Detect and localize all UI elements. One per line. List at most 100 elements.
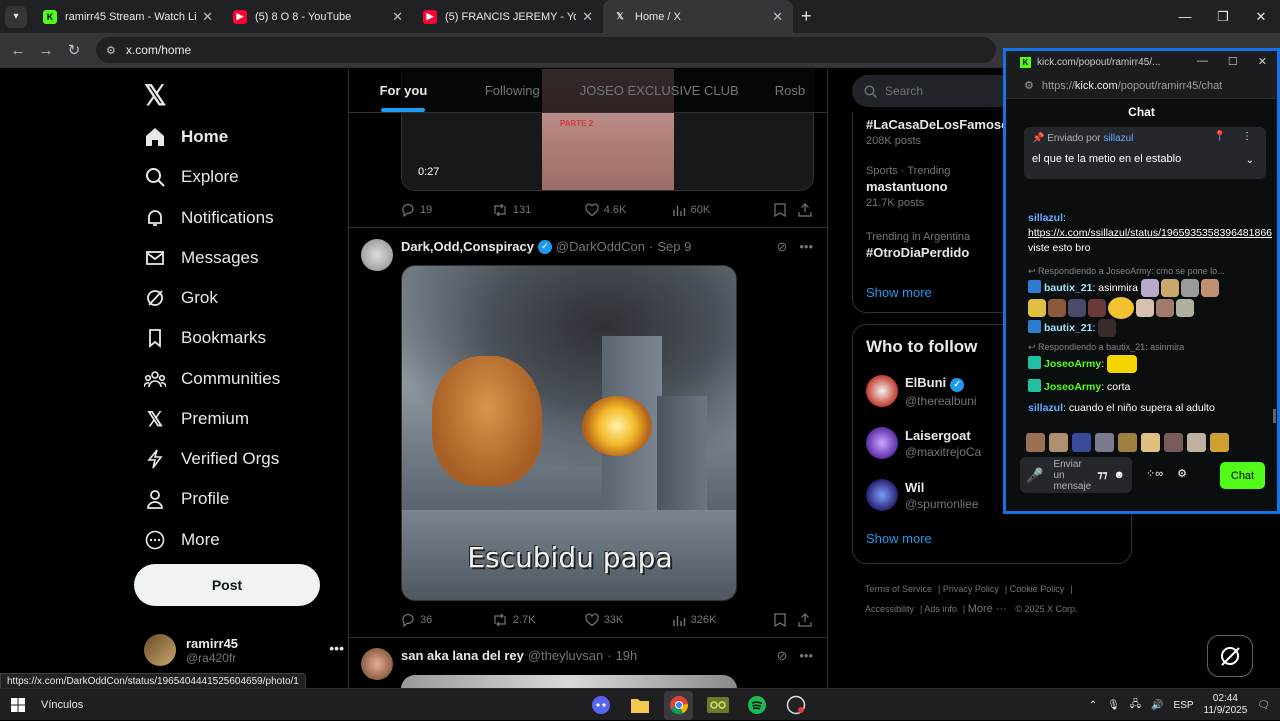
chevron-down-icon[interactable]: ⌄ xyxy=(1246,155,1254,166)
nav-bookmarks[interactable]: Bookmarks xyxy=(144,327,266,349)
close-icon[interactable]: ✕ xyxy=(1242,0,1280,33)
more-dots-icon[interactable]: ••• xyxy=(799,648,813,664)
bookmark-button[interactable] xyxy=(774,613,798,627)
back-icon[interactable]: ← xyxy=(4,42,32,59)
footer-link[interactable]: Ads info xyxy=(924,604,957,614)
reload-icon[interactable]: ↻ xyxy=(60,41,88,59)
footer-link[interactable]: Terms of Service xyxy=(865,584,932,594)
author-name[interactable]: Dark,Odd,Conspiracy xyxy=(401,239,534,254)
views-button[interactable]: 326K xyxy=(672,613,775,627)
tab-for-you[interactable]: For you xyxy=(349,69,458,112)
game-app-icon[interactable] xyxy=(703,691,732,720)
nav-verified-orgs[interactable]: Verified Orgs xyxy=(144,448,279,470)
like-button[interactable]: 4.6K xyxy=(585,203,672,217)
footer-link[interactable]: More ··· xyxy=(968,603,1007,615)
tab-joseo-exclusive-club[interactable]: JOSEO EXCLUSIVE CLUB xyxy=(567,69,752,112)
bookmark-button[interactable] xyxy=(774,203,798,217)
nav-grok[interactable]: Grok xyxy=(144,287,218,309)
grok-icon[interactable]: ⊘ xyxy=(776,239,787,255)
emote-icon[interactable] xyxy=(1118,433,1137,452)
chat-username[interactable]: JoseoArmy xyxy=(1044,358,1101,370)
footer-link[interactable]: Cookie Policy xyxy=(1010,584,1065,594)
close-tab-icon[interactable]: ✕ xyxy=(772,9,783,25)
close-icon[interactable]: ✕ xyxy=(1258,55,1267,68)
reply-button[interactable]: 19 xyxy=(401,203,492,217)
chrome-icon[interactable] xyxy=(664,690,693,720)
emote-icon[interactable] xyxy=(1187,433,1206,452)
emote-icon[interactable] xyxy=(1210,433,1229,452)
file-explorer-icon[interactable] xyxy=(625,691,654,720)
share-button[interactable] xyxy=(798,613,817,627)
points-icon[interactable]: ⁘∞ xyxy=(1146,467,1163,480)
chat-username[interactable]: bautix_21 xyxy=(1044,322,1092,334)
restore-icon[interactable]: ☐ xyxy=(1228,55,1238,68)
footer-link[interactable]: Accessibility xyxy=(865,604,914,614)
notifications-icon[interactable]: 🗨 xyxy=(1257,700,1270,711)
browser-tab-2[interactable]: ▶ (5) 8 O 8 - YouTube ✕ xyxy=(223,0,413,33)
site-info-icon[interactable]: ⚙ xyxy=(1024,79,1034,92)
discord-icon[interactable] xyxy=(586,691,615,720)
tweet-time[interactable]: Sep 9 xyxy=(657,239,691,254)
links-toolbar[interactable]: Vínculos xyxy=(41,699,83,711)
kick-emote-icon[interactable]: ⁊⁊ xyxy=(1097,470,1107,481)
author-handle[interactable]: @theyluvsan xyxy=(528,648,603,663)
microphone-icon[interactable]: 🎙 xyxy=(1107,700,1120,711)
post-button[interactable]: Post xyxy=(134,564,320,606)
restore-icon[interactable]: ❐ xyxy=(1204,0,1242,33)
account-switcher[interactable]: ramirr45 @ra420fr ••• xyxy=(144,634,344,666)
footer-link[interactable]: Privacy Policy xyxy=(943,584,999,594)
emote-icon[interactable] xyxy=(1026,433,1045,452)
kick-url-bar[interactable]: ⚙ https://kick.com/popout/ramirr45/chat xyxy=(1006,73,1277,99)
chat-message-input[interactable]: 🎤 Enviar un mensaje ⁊⁊ ☻ xyxy=(1020,457,1132,493)
spotify-icon[interactable] xyxy=(742,691,771,720)
nav-more[interactable]: More xyxy=(144,529,220,551)
tweet-time[interactable]: 19h xyxy=(616,648,638,663)
forward-icon[interactable]: → xyxy=(32,42,60,59)
close-tab-icon[interactable]: ✕ xyxy=(582,9,593,25)
windows-start-icon[interactable] xyxy=(0,697,36,712)
x-logo-icon[interactable]: 𝕏 xyxy=(144,79,167,112)
like-button[interactable]: 33K xyxy=(585,613,672,627)
share-button[interactable] xyxy=(798,203,817,217)
grok-floating-button[interactable] xyxy=(1207,635,1253,677)
follow-suggestion[interactable]: Wil @spumonliee xyxy=(866,479,979,511)
nav-explore[interactable]: Explore xyxy=(144,166,239,188)
chevron-up-icon[interactable]: ⌃ xyxy=(1089,700,1097,711)
minimize-icon[interactable]: — xyxy=(1197,55,1208,68)
emoji-icon[interactable]: ☻ xyxy=(1113,469,1125,481)
chat-username[interactable]: sillazul xyxy=(1028,402,1063,414)
close-tab-icon[interactable]: ✕ xyxy=(202,9,213,25)
grok-icon[interactable]: ⊘ xyxy=(776,648,787,664)
trend-item[interactable]: #LaCasaDeLosFamosos 208K posts xyxy=(866,115,1016,147)
nav-profile[interactable]: Profile xyxy=(144,488,229,510)
emote-icon[interactable] xyxy=(1095,433,1114,452)
follow-suggestion[interactable]: ElBuni ✓ @therealbuni xyxy=(866,375,977,408)
views-button[interactable]: 60K xyxy=(672,203,775,217)
scrollbar[interactable] xyxy=(1273,409,1276,423)
site-info-icon[interactable]: ⚙ xyxy=(106,44,116,57)
chat-send-button[interactable]: Chat xyxy=(1220,462,1265,489)
chat-link[interactable]: https://x.com/ssillazul/status/196593535… xyxy=(1028,227,1272,239)
avatar[interactable] xyxy=(361,648,393,680)
tweet-image[interactable] xyxy=(401,675,737,688)
network-icon[interactable]: 🖧 xyxy=(1130,697,1141,714)
tab-rosb[interactable]: Rosb xyxy=(752,69,827,112)
chat-username[interactable]: sillazul xyxy=(1028,212,1063,224)
nav-messages[interactable]: Messages xyxy=(144,247,258,269)
trend-item[interactable]: Sports · Trending mastantuono 21.7K post… xyxy=(866,165,950,209)
emote-icon[interactable] xyxy=(1049,433,1068,452)
more-vertical-icon[interactable]: ⋮ xyxy=(1242,131,1252,142)
nav-communities[interactable]: Communities xyxy=(144,368,280,390)
volume-icon[interactable]: 🔊 xyxy=(1151,700,1163,711)
author-name[interactable]: san aka lana del rey xyxy=(401,648,524,663)
tweet-image[interactable]: Escubidu papa xyxy=(401,265,737,601)
tab-search-button[interactable]: ▾ xyxy=(5,5,27,28)
more-dots-icon[interactable]: ••• xyxy=(329,640,344,656)
emote-icon[interactable] xyxy=(1141,433,1160,452)
close-tab-icon[interactable]: ✕ xyxy=(392,9,403,25)
follow-suggestion[interactable]: Laisergoat @maxitrejoCa xyxy=(866,427,981,459)
nav-home[interactable]: Home xyxy=(144,126,228,148)
new-tab-icon[interactable]: + xyxy=(801,6,812,27)
tab-following[interactable]: Following xyxy=(458,69,567,112)
trend-item[interactable]: Trending in Argentina #OtroDiaPerdido xyxy=(866,231,970,260)
